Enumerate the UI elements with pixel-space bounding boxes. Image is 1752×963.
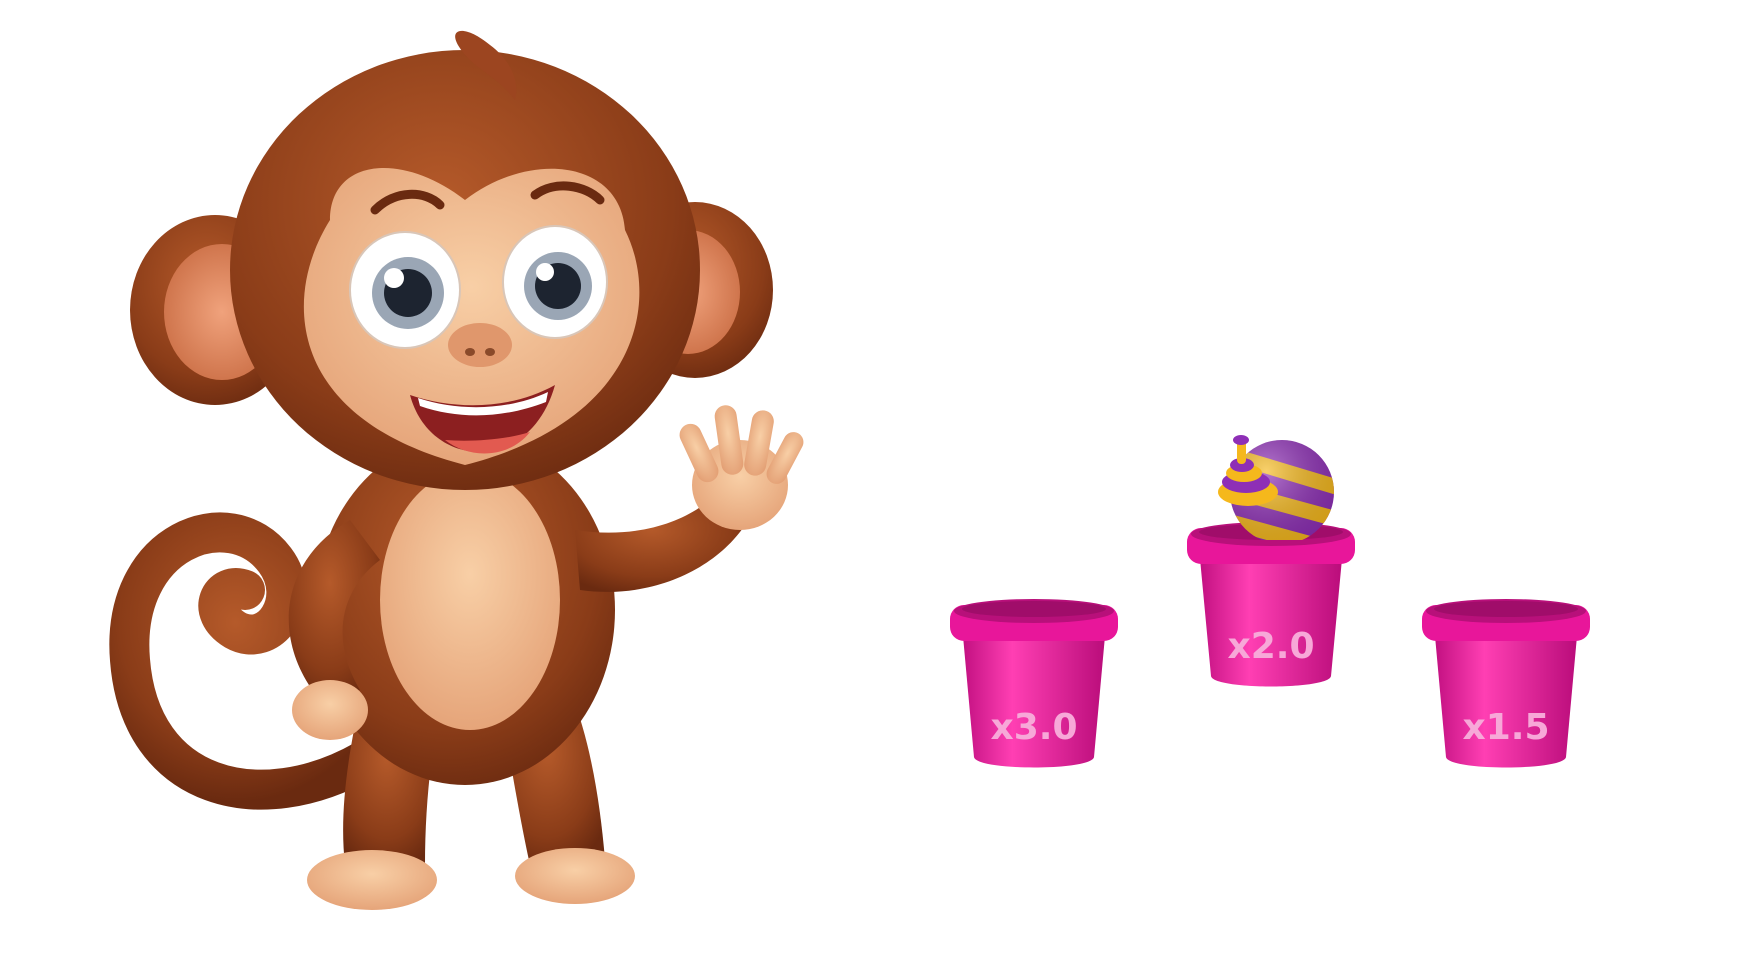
cup-2[interactable]: x2.0 bbox=[1185, 518, 1357, 693]
cup-1-shape bbox=[950, 599, 1118, 768]
monkey-character bbox=[109, 30, 804, 910]
monkey-right-eye bbox=[502, 225, 608, 339]
monkey-left-hand bbox=[292, 680, 368, 740]
monkey-left-eye bbox=[349, 231, 461, 349]
monkey-nose bbox=[448, 323, 512, 367]
monkey-left-foot bbox=[307, 850, 437, 910]
cup-2-shape bbox=[1187, 522, 1355, 687]
cup-1[interactable]: x3.0 bbox=[948, 595, 1120, 775]
monkey-belly bbox=[380, 470, 560, 730]
cup-3[interactable]: x1.5 bbox=[1420, 595, 1592, 775]
game-scene: x3.0 x2.0 x1.5 bbox=[0, 0, 1752, 963]
monkey-right-foot bbox=[515, 848, 635, 904]
spinning-top-ball bbox=[1218, 435, 1334, 540]
cup-3-shape bbox=[1422, 599, 1590, 768]
